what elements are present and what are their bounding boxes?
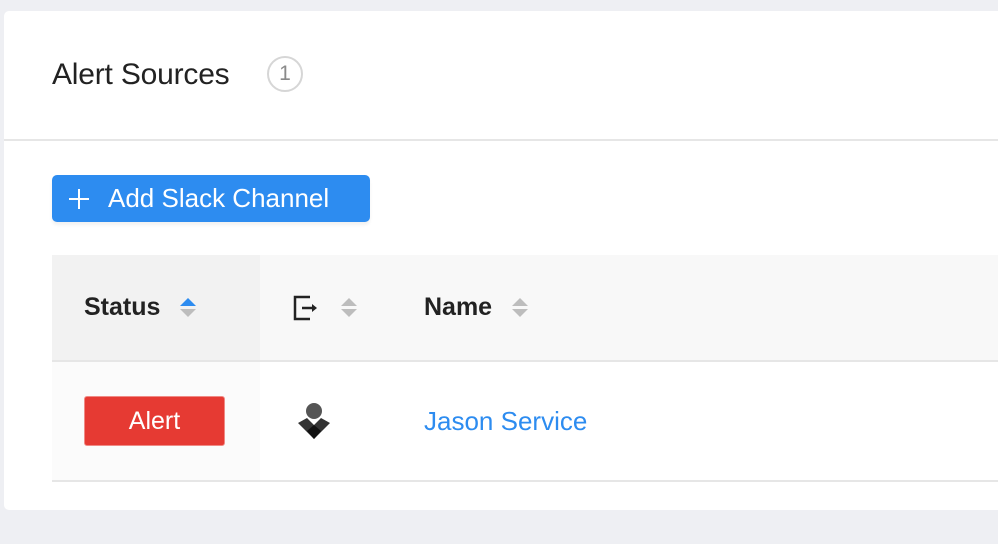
page-title: Alert Sources bbox=[52, 58, 230, 91]
column-header-status[interactable]: Status bbox=[52, 255, 260, 360]
alert-sources-table: Status Name Alert Jason Service bbox=[52, 255, 998, 482]
source-export-icon bbox=[293, 295, 321, 321]
column-header-source[interactable] bbox=[260, 255, 400, 360]
status-badge: Alert bbox=[84, 396, 225, 446]
sort-icon[interactable] bbox=[341, 298, 357, 317]
table-header: Status Name bbox=[52, 255, 998, 362]
name-cell: Jason Service bbox=[400, 362, 800, 480]
count-badge: 1 bbox=[267, 56, 303, 92]
add-slack-channel-label: Add Slack Channel bbox=[108, 183, 330, 213]
sort-icon[interactable] bbox=[180, 298, 197, 317]
table-body: Alert Jason Service bbox=[52, 362, 998, 482]
source-cell bbox=[260, 362, 400, 480]
column-label-name: Name bbox=[424, 293, 493, 321]
alert-source-name-link[interactable]: Jason Service bbox=[424, 406, 587, 437]
plus-icon bbox=[68, 188, 90, 210]
table-row: Alert Jason Service bbox=[52, 362, 998, 482]
add-slack-channel-button[interactable]: Add Slack Channel bbox=[52, 175, 370, 222]
card-header: Alert Sources 1 bbox=[4, 11, 998, 141]
status-cell: Alert bbox=[52, 362, 260, 480]
sort-icon[interactable] bbox=[512, 298, 529, 317]
opsgenie-icon bbox=[296, 401, 332, 441]
column-header-name[interactable]: Name bbox=[400, 255, 800, 360]
alert-sources-card: Alert Sources 1 Add Slack Channel Status… bbox=[4, 11, 998, 510]
column-label-status: Status bbox=[84, 293, 161, 321]
